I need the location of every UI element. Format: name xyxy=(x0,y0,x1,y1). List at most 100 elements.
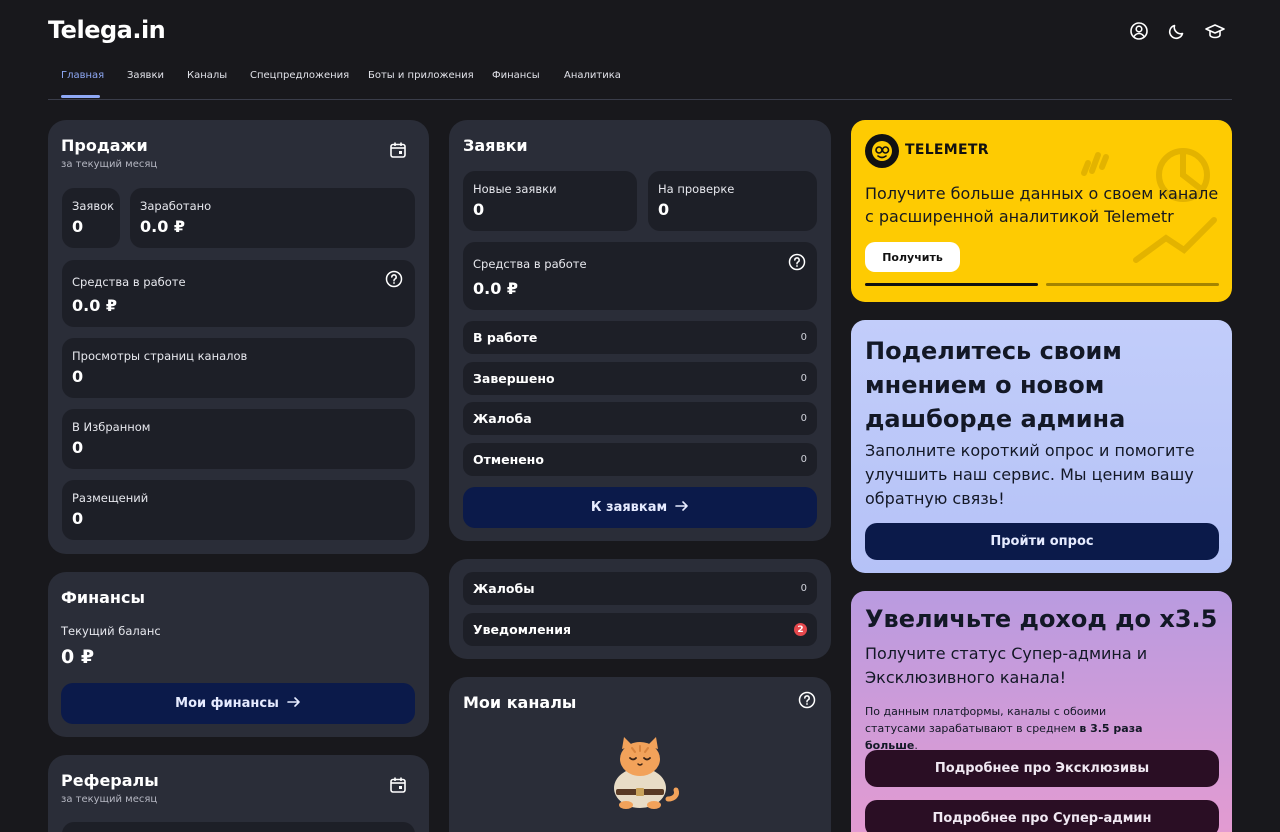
my-channels-title: Мои каналы xyxy=(463,693,577,712)
superadmin-details-button[interactable]: Подробнее про Супер-админ xyxy=(865,800,1219,832)
sales-card: Продажи за текущий месяц Заявок 0 Зарабо… xyxy=(48,120,429,554)
channel-views-tile: Просмотры страниц каналов 0 xyxy=(62,338,415,398)
income-text: Получите статус Супер-админа и Эксклюзив… xyxy=(865,644,1148,687)
income-small-text: По данным платформы, каналы с обоими ста… xyxy=(865,703,1165,754)
my-finances-button[interactable]: Мои финансы xyxy=(61,683,415,724)
tab-requests[interactable]: Заявки xyxy=(127,70,164,81)
balance-value: 0 ₽ xyxy=(61,646,95,668)
telemetr-banner: TELEMETR Получите больше данных о своем … xyxy=(851,120,1232,302)
income-title: Увеличьте доход до x3.5 xyxy=(865,605,1218,633)
help-icon[interactable] xyxy=(385,270,403,288)
arrow-right-icon xyxy=(287,696,301,712)
status-row-cancelled[interactable]: Отменено 0 xyxy=(463,443,817,476)
my-channels-card: Мои каналы xyxy=(449,677,831,832)
finances-title: Финансы xyxy=(61,588,145,607)
to-requests-button[interactable]: К заявкам xyxy=(463,487,817,528)
placements-label: Размещений xyxy=(72,491,149,505)
slide-indicator-active[interactable] xyxy=(865,283,1038,286)
new-requests-label: Новые заявки xyxy=(473,182,557,196)
cat-mascot-illustration xyxy=(602,733,682,813)
status-count: 0 xyxy=(800,454,807,465)
help-icon[interactable] xyxy=(798,691,816,709)
channel-views-label: Просмотры страниц каналов xyxy=(72,349,248,363)
funds-in-work-value: 0.0 ₽ xyxy=(72,296,118,315)
earned-tile: Заработано 0.0 ₽ xyxy=(130,188,415,248)
funds-in-work-tile: Средства в работе 0.0 ₽ xyxy=(62,260,415,327)
requests-funds-value: 0.0 ₽ xyxy=(473,279,519,298)
telemetr-brand: TELEMETR xyxy=(905,142,989,158)
main-nav: Главная Заявки Каналы Спецпредложения Бо… xyxy=(48,62,1232,100)
earned-label: Заработано xyxy=(140,199,212,213)
moon-icon[interactable] xyxy=(1166,20,1188,42)
help-icon[interactable] xyxy=(788,253,806,271)
on-review-label: На проверке xyxy=(658,182,735,196)
sales-title: Продажи xyxy=(61,136,148,155)
finances-card: Финансы Текущий баланс 0 ₽ Мои финансы xyxy=(48,572,429,737)
status-label: Жалоба xyxy=(473,411,532,426)
on-review-tile[interactable]: На проверке 0 xyxy=(648,171,817,231)
referrals-tile xyxy=(62,822,415,832)
new-requests-tile[interactable]: Новые заявки 0 xyxy=(463,171,637,231)
complaints-row[interactable]: Жалобы 0 xyxy=(463,572,817,605)
to-requests-button-label: К заявкам xyxy=(590,500,668,515)
status-count: 0 xyxy=(800,373,807,384)
tab-finances[interactable]: Финансы xyxy=(492,70,540,81)
tab-home[interactable]: Главная xyxy=(61,70,104,81)
requests-funds-tile: Средства в работе 0.0 ₽ xyxy=(463,242,817,310)
exclusive-details-button[interactable]: Подробнее про Эксклюзивы xyxy=(865,750,1219,787)
earned-value: 0.0 ₽ xyxy=(140,217,186,236)
telemetr-get-button[interactable]: Получить xyxy=(865,242,960,272)
notifications-badge: 2 xyxy=(794,623,807,636)
channel-views-value: 0 xyxy=(72,367,84,386)
balance-label: Текущий баланс xyxy=(61,624,161,638)
status-count: 0 xyxy=(800,413,807,424)
slide-indicator[interactable] xyxy=(1046,283,1219,286)
calendar-icon[interactable] xyxy=(389,141,407,159)
requests-title: Заявки xyxy=(463,136,528,155)
referrals-title: Рефералы xyxy=(61,771,159,790)
on-review-value: 0 xyxy=(658,200,670,219)
status-label: Завершено xyxy=(473,371,555,386)
arrow-right-icon xyxy=(675,500,689,516)
complaints-label: Жалобы xyxy=(473,581,535,596)
my-finances-button-label: Мои финансы xyxy=(175,696,279,711)
user-icon[interactable] xyxy=(1128,20,1150,42)
tab-bots-apps[interactable]: Боты и приложения xyxy=(368,70,474,81)
income-banner: Увеличьте доход до x3.5 Получите статус … xyxy=(851,591,1232,832)
survey-text: Заполните короткий опрос и помогите улуч… xyxy=(865,441,1195,508)
telemetr-text: Получите больше данных о своем канале с … xyxy=(865,184,1219,226)
sales-subtitle: за текущий месяц xyxy=(61,159,158,170)
favorites-label: В Избранном xyxy=(72,420,151,434)
header: Telega.in xyxy=(48,14,1232,48)
survey-title: Поделитесь своим мнением о новом дашборд… xyxy=(865,337,1126,433)
status-row-in-work[interactable]: В работе 0 xyxy=(463,321,817,354)
status-row-complaint[interactable]: Жалоба 0 xyxy=(463,402,817,435)
placements-value: 0 xyxy=(72,509,84,528)
income-small-text-part1: По данным платформы, каналы с обоими ста… xyxy=(865,705,1107,735)
requests-count-label: Заявок xyxy=(72,199,115,213)
tab-special-offers[interactable]: Спецпредложения xyxy=(250,70,349,81)
tab-channels[interactable]: Каналы xyxy=(187,70,227,81)
status-row-completed[interactable]: Завершено 0 xyxy=(463,362,817,395)
status-count: 0 xyxy=(800,332,807,343)
survey-banner: Поделитесь своим мнением о новом дашборд… xyxy=(851,320,1232,573)
alerts-card: Жалобы 0 Уведомления 2 xyxy=(449,559,831,659)
favorites-value: 0 xyxy=(72,438,84,457)
funds-in-work-label: Средства в работе xyxy=(72,275,186,289)
calendar-icon[interactable] xyxy=(389,776,407,794)
requests-count-tile: Заявок 0 xyxy=(62,188,120,248)
referrals-card: Рефералы за текущий месяц xyxy=(48,755,429,832)
graduation-cap-icon[interactable] xyxy=(1204,20,1226,42)
take-survey-button[interactable]: Пройти опрос xyxy=(865,523,1219,560)
referrals-subtitle: за текущий месяц xyxy=(61,794,158,805)
notifications-label: Уведомления xyxy=(473,622,571,637)
requests-funds-label: Средства в работе xyxy=(473,257,587,271)
logo[interactable]: Telega.in xyxy=(48,16,166,44)
requests-count-value: 0 xyxy=(72,217,84,236)
status-label: В работе xyxy=(473,330,538,345)
requests-card: Заявки Новые заявки 0 На проверке 0 Сред… xyxy=(449,120,831,541)
notifications-row[interactable]: Уведомления 2 xyxy=(463,613,817,646)
favorites-tile: В Избранном 0 xyxy=(62,409,415,469)
tab-analytics[interactable]: Аналитика xyxy=(564,70,621,81)
header-actions xyxy=(1128,20,1226,42)
